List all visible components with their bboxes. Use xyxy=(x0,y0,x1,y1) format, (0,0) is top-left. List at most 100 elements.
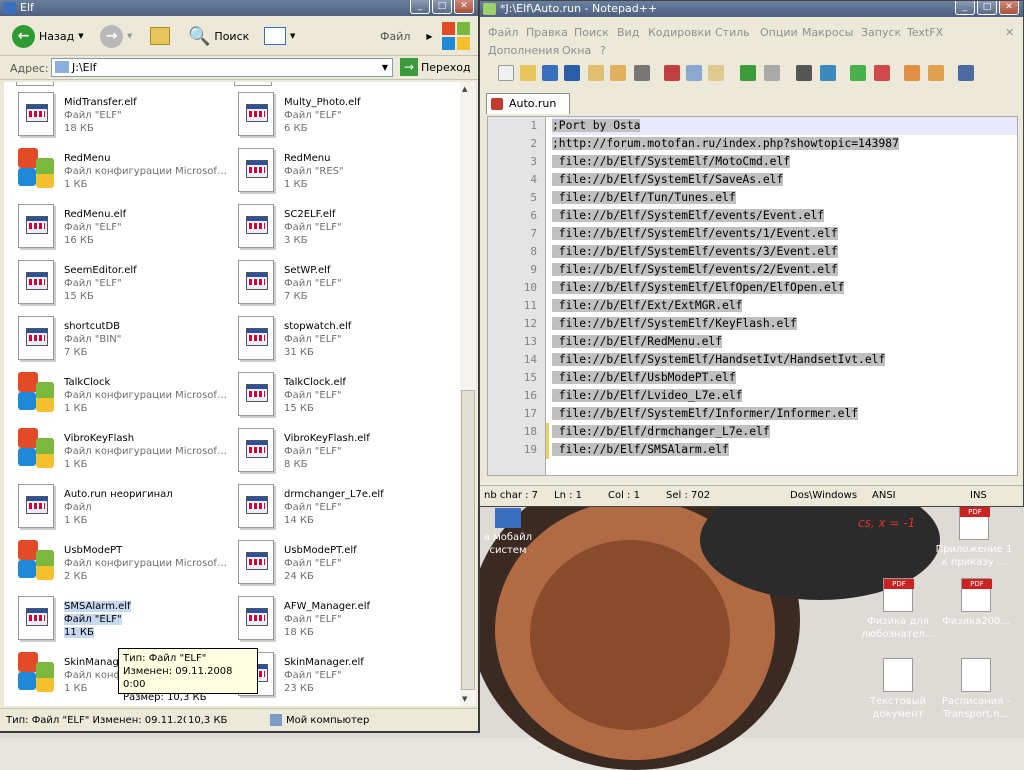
save-all-icon[interactable] xyxy=(564,65,580,81)
save-icon[interactable] xyxy=(542,65,558,81)
file-item[interactable]: RedMenu Файл конфигурации Microsof… 1 КБ xyxy=(10,146,230,202)
menu-encoding[interactable]: Кодировки xyxy=(648,26,711,39)
wrap-icon[interactable] xyxy=(928,65,944,81)
minimize-button[interactable]: _ xyxy=(410,0,430,14)
file-item[interactable]: shortcutDB Файл "BIN" 7 КБ xyxy=(10,314,230,370)
code-line[interactable]: file://b/Elf/SystemElf/events/3/Event.el… xyxy=(552,243,1017,261)
code-line[interactable]: file://b/Elf/SystemElf/MotoCmd.elf xyxy=(552,153,1017,171)
zoom-out-icon[interactable] xyxy=(874,65,890,81)
desktop-icon-prilozhenie[interactable]: PDF Приложение 1 к приказу ... xyxy=(932,506,1016,569)
menu-edit[interactable]: Правка xyxy=(526,26,568,39)
code-line[interactable]: file://b/Elf/SMSAlarm.elf xyxy=(552,441,1017,459)
menu-macros[interactable]: Макросы xyxy=(802,26,853,39)
file-item[interactable]: RedMenu Файл "RES" 1 КБ xyxy=(230,146,450,202)
menu-search[interactable]: Поиск xyxy=(574,26,609,39)
code-line[interactable]: file://b/Elf/SystemElf/ElfOpen/ElfOpen.e… xyxy=(552,279,1017,297)
close-button[interactable]: ✕ xyxy=(999,1,1019,15)
search-button[interactable]: 🔍 Поиск xyxy=(188,24,249,48)
menu-textfx[interactable]: TextFX xyxy=(907,26,943,39)
file-item[interactable]: MidTransfer.elf Файл "ELF" 18 КБ xyxy=(10,90,230,146)
paste-icon[interactable] xyxy=(708,65,724,81)
code-lines[interactable]: ;Port by Osta ;http://forum.motofan.ru/in… xyxy=(552,117,1017,459)
close-file-icon[interactable] xyxy=(588,65,604,81)
file-item[interactable]: SkinManager.elf Файл "ELF" 23 КБ xyxy=(230,650,450,706)
new-file-icon[interactable] xyxy=(498,65,514,81)
up-folder-button[interactable] xyxy=(150,24,170,48)
menu-options[interactable]: Опции xyxy=(760,26,798,39)
file-item[interactable]: TalkClock.elf Файл "ELF" 15 КБ xyxy=(230,370,450,426)
file-item[interactable]: stopwatch.elf Файл "ELF" 31 КБ xyxy=(230,314,450,370)
go-button[interactable]: → Переход xyxy=(400,58,471,76)
address-input[interactable]: J:\Elf ▼ xyxy=(51,58,393,77)
close-all-icon[interactable] xyxy=(610,65,626,81)
code-line[interactable]: ;Port by Osta xyxy=(552,117,1017,135)
file-menu[interactable]: Файл ▶ xyxy=(380,24,433,48)
scroll-down-icon[interactable]: ▼ xyxy=(462,695,467,703)
file-item[interactable]: drmchanger_L7e.elf Файл "ELF" 14 КБ xyxy=(230,482,450,538)
close-doc-icon[interactable]: ✕ xyxy=(1005,26,1014,39)
code-editor[interactable]: 1 2 3 4 5 6 7 8 9 10 11 12 13 14 15 16 17 18 19 ;Port by O… xyxy=(487,116,1018,476)
replace-icon[interactable] xyxy=(820,65,836,81)
cut-icon[interactable] xyxy=(664,65,680,81)
desktop-icon-mobile[interactable]: а мобайл систем xyxy=(478,508,538,557)
menu-plugins[interactable]: Дополнения xyxy=(488,44,559,57)
explorer-titlebar[interactable]: Elf _ □ ✕ xyxy=(0,0,478,16)
scrollbar-thumb[interactable] xyxy=(461,390,475,690)
scroll-up-icon[interactable]: ▲ xyxy=(462,85,467,93)
zoom-in-icon[interactable] xyxy=(850,65,866,81)
desktop-icon-fizika1[interactable]: PDF Физика для любознател... xyxy=(856,578,940,641)
file-item[interactable]: UsbModePT Файл конфигурации Microsof… 2 КБ xyxy=(10,538,230,594)
file-item[interactable]: RedMenu.elf Файл "ELF" 16 КБ xyxy=(10,202,230,258)
code-line[interactable]: file://b/Elf/SystemElf/SaveAs.elf xyxy=(552,171,1017,189)
file-item[interactable]: TalkClock Файл конфигурации Microsof… 1 КБ xyxy=(10,370,230,426)
file-item[interactable]: UsbModePT.elf Файл "ELF" 24 КБ xyxy=(230,538,450,594)
forward-button[interactable]: → ▼ xyxy=(100,24,132,48)
code-line[interactable]: file://b/Elf/SystemElf/Informer/Informer… xyxy=(552,405,1017,423)
code-line[interactable]: file://b/Elf/SystemElf/HandsetIvt/Handse… xyxy=(552,351,1017,369)
sync-scroll-icon[interactable] xyxy=(904,65,920,81)
menu-style[interactable]: Стиль xyxy=(715,26,750,39)
close-button[interactable]: ✕ xyxy=(454,0,474,14)
file-item[interactable]: Multy_Photo.elf Файл "ELF" 6 КБ xyxy=(230,90,450,146)
file-item[interactable]: VibroKeyFlash.elf Файл "ELF" 8 КБ xyxy=(230,426,450,482)
code-line[interactable]: file://b/Elf/Ext/ExtMGR.elf xyxy=(552,297,1017,315)
menu-view[interactable]: Вид xyxy=(617,26,639,39)
code-line[interactable]: file://b/Elf/Tun/Tunes.elf xyxy=(552,189,1017,207)
file-item[interactable]: SetWP.elf Файл "ELF" 7 КБ xyxy=(230,258,450,314)
menu-run[interactable]: Запуск xyxy=(861,26,901,39)
desktop-icon-text-doc[interactable]: Текстовый документ xyxy=(856,658,940,721)
file-item[interactable]: VibroKeyFlash Файл конфигурации Microsof…… xyxy=(10,426,230,482)
maximize-button[interactable]: □ xyxy=(977,1,997,15)
code-line[interactable]: file://b/Elf/SystemElf/KeyFlash.elf xyxy=(552,315,1017,333)
open-file-icon[interactable] xyxy=(520,65,536,81)
indent-guide-icon[interactable] xyxy=(958,65,974,81)
minimize-button[interactable]: _ xyxy=(955,1,975,15)
file-item[interactable]: AFW_Manager.elf Файл "ELF" 18 КБ xyxy=(230,594,450,650)
code-line[interactable]: file://b/Elf/RedMenu.elf xyxy=(552,333,1017,351)
maximize-button[interactable]: □ xyxy=(432,0,452,14)
file-item[interactable]: SeemEditor.elf Файл "ELF" 15 КБ xyxy=(10,258,230,314)
code-line[interactable]: ;http://forum.motofan.ru/index.php?showt… xyxy=(552,135,1017,153)
menu-windows[interactable]: Окна xyxy=(562,44,591,57)
back-button[interactable]: ← Назад ▼ xyxy=(12,24,84,48)
notepad-titlebar[interactable]: *J:\Elf\Auto.run - Notepad++ _ □ ✕ xyxy=(480,1,1023,17)
find-icon[interactable] xyxy=(796,65,812,81)
print-icon[interactable] xyxy=(634,65,650,81)
tab-auto-run[interactable]: Auto.run xyxy=(486,93,570,114)
file-item[interactable]: SC2ELF.elf Файл "ELF" 3 КБ xyxy=(230,202,450,258)
views-button[interactable]: ▼ xyxy=(264,24,295,48)
copy-icon[interactable] xyxy=(686,65,702,81)
code-line[interactable]: file://b/Elf/UsbModePT.elf xyxy=(552,369,1017,387)
redo-icon[interactable] xyxy=(764,65,780,81)
menu-file[interactable]: Файл xyxy=(488,26,518,39)
file-item[interactable]: Auto.run неоригинал Файл 1 КБ xyxy=(10,482,230,538)
desktop-icon-raspisaniya[interactable]: Расписания - Transport.n... xyxy=(934,658,1018,721)
menu-help[interactable]: ? xyxy=(600,44,606,57)
code-line[interactable]: file://b/Elf/SystemElf/events/Event.elf xyxy=(552,207,1017,225)
code-line[interactable]: file://b/Elf/Lvideo_L7e.elf xyxy=(552,387,1017,405)
code-line[interactable]: file://b/Elf/drmchanger_L7e.elf xyxy=(552,423,1017,441)
undo-icon[interactable] xyxy=(740,65,756,81)
desktop-icon-fizika2[interactable]: PDF Физика200... xyxy=(934,578,1018,628)
chevron-down-icon[interactable]: ▼ xyxy=(378,59,392,76)
code-line[interactable]: file://b/Elf/SystemElf/events/2/Event.el… xyxy=(552,261,1017,279)
